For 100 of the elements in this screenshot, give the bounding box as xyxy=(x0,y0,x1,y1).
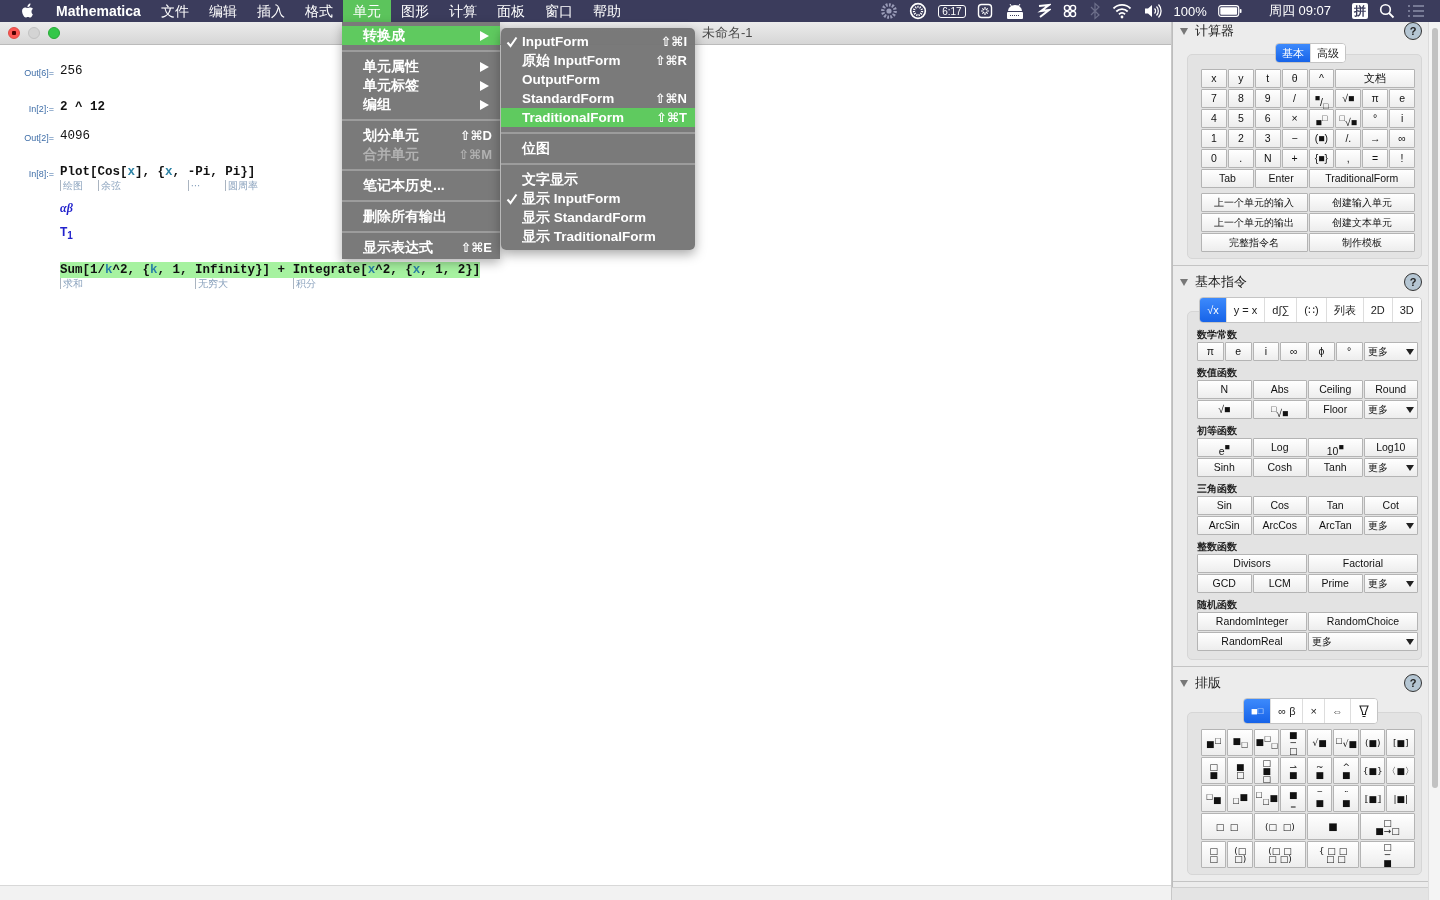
calculator-key[interactable]: 0 xyxy=(1201,149,1227,168)
template-button[interactable]: √■ xyxy=(1307,729,1333,756)
calculator-key[interactable]: θ xyxy=(1281,69,1308,88)
menu-item[interactable]: 笔记本历史... xyxy=(342,176,500,195)
template-button[interactable]: ■ ─ □ xyxy=(1280,729,1306,756)
disclosure-triangle-icon[interactable] xyxy=(1179,678,1189,688)
palette-button[interactable]: 创建文本单元 xyxy=(1308,213,1415,232)
calculator-key[interactable]: ^ xyxy=(1308,69,1335,88)
menu-bar-item[interactable]: 编辑 xyxy=(198,0,247,22)
palette-button[interactable]: GCD xyxy=(1197,574,1252,593)
dropdown-button[interactable]: 更多 xyxy=(1363,458,1418,477)
calculator-key[interactable]: 7 xyxy=(1201,89,1227,108)
calculator-key[interactable]: $^{□}$√■ xyxy=(1335,109,1362,128)
menu-item[interactable]: 原始 InputForm ⇧⌘R xyxy=(501,51,695,70)
dropdown-button[interactable]: 更多 xyxy=(1308,632,1418,651)
template-button[interactable]: $^{□}$√■ xyxy=(1333,729,1359,756)
calculator-key[interactable]: (■) xyxy=(1308,129,1335,148)
palette-button[interactable]: 10$^{■}$ xyxy=(1308,438,1363,457)
menu-bar-item[interactable]: 面板 xyxy=(486,0,535,22)
palette-button[interactable]: RandomInteger xyxy=(1197,612,1307,631)
template-button[interactable]: (□ □) xyxy=(1254,813,1306,840)
palette-button[interactable]: 完整指令名 xyxy=(1201,233,1308,252)
calculator-key[interactable]: 8 xyxy=(1227,89,1254,108)
calculator-key[interactable]: i xyxy=(1389,109,1415,128)
menu-item[interactable]: 划分单元 ⇧⌘D xyxy=(342,126,500,145)
section-title[interactable]: 排版 xyxy=(1195,674,1404,692)
palette-button[interactable]: Factorial xyxy=(1308,554,1418,573)
palette-button[interactable]: Divisors xyxy=(1197,554,1307,573)
list-icon[interactable] xyxy=(1406,3,1426,19)
palette-button[interactable]: Abs xyxy=(1252,380,1307,399)
template-button[interactable]: □ ■→□ xyxy=(1360,813,1415,840)
palette-button[interactable]: Sin xyxy=(1197,496,1252,515)
palette-tab[interactable]: 基本 xyxy=(1276,44,1311,62)
menu-bar-item[interactable]: 插入 xyxy=(246,0,295,22)
palette-button[interactable]: Round xyxy=(1363,380,1418,399)
calculator-key[interactable]: . xyxy=(1227,149,1254,168)
palette-button[interactable]: Tanh xyxy=(1308,458,1363,477)
palette-button[interactable]: ∞ xyxy=(1280,342,1307,361)
calculator-key[interactable]: /. xyxy=(1335,129,1362,148)
square-icon[interactable] xyxy=(976,3,993,19)
palette-button[interactable]: ϕ xyxy=(1308,342,1335,361)
close-button[interactable] xyxy=(8,27,20,39)
battery-icon[interactable] xyxy=(1217,5,1242,17)
template-button[interactable]: □ □ xyxy=(1201,841,1227,868)
template-button[interactable]: |■| xyxy=(1386,785,1415,812)
section-title[interactable]: 计算器 xyxy=(1195,22,1404,40)
palette-button[interactable]: Log xyxy=(1252,438,1307,457)
palette-button[interactable]: Ceiling xyxy=(1308,380,1363,399)
palette-button[interactable]: LCM xyxy=(1252,574,1307,593)
calculator-key[interactable]: 2 xyxy=(1227,129,1254,148)
palette-button[interactable]: 上一个单元的输出 xyxy=(1201,213,1308,232)
template-button[interactable]: $^{□}$■ xyxy=(1201,785,1227,812)
menu-item[interactable]: 显示表达式 ⇧⌘E xyxy=(342,238,500,257)
template-button[interactable]: ■ □ xyxy=(1227,757,1253,784)
palette-button[interactable]: Tan xyxy=(1308,496,1363,515)
fan-icon[interactable] xyxy=(1061,3,1078,19)
template-button[interactable]: ⟦■⟧ xyxy=(1360,785,1386,812)
calculator-key[interactable]: 6 xyxy=(1254,109,1281,128)
menu-item[interactable]: 显示 StandardForm xyxy=(501,208,695,227)
template-button[interactable]: ■$^{□}$ xyxy=(1201,729,1227,756)
help-button[interactable]: ? xyxy=(1404,273,1422,291)
calculator-key[interactable]: t xyxy=(1254,69,1281,88)
menu-item[interactable]: 显示 InputForm xyxy=(501,189,695,208)
template-button[interactable]: (□ □ □ □) xyxy=(1254,841,1306,868)
template-button[interactable]: □ ─ ■ xyxy=(1360,841,1415,868)
calculator-key[interactable]: e xyxy=(1389,89,1415,108)
palette-button[interactable]: e xyxy=(1224,342,1252,361)
calculator-key[interactable]: Tab xyxy=(1201,169,1254,188)
calculator-key[interactable]: − xyxy=(1281,129,1308,148)
template-button[interactable]: (■) xyxy=(1360,729,1386,756)
template-button[interactable]: ¨ ■ xyxy=(1333,785,1359,812)
palette-button[interactable]: Log10 xyxy=(1363,438,1418,457)
palette-button[interactable]: RandomChoice xyxy=(1308,612,1418,631)
menu-bar-item[interactable]: 计算 xyxy=(438,0,487,22)
menu-bar-item[interactable]: 文件 xyxy=(150,0,199,22)
calculator-key[interactable]: Enter xyxy=(1254,169,1308,188)
palette-button[interactable]: 创建输入单元 xyxy=(1308,193,1415,212)
timer-badge[interactable]: 6:17 xyxy=(938,4,966,18)
template-button[interactable]: ‾ ■ xyxy=(1307,785,1333,812)
calculator-key[interactable]: 9 xyxy=(1254,89,1281,108)
template-button[interactable]: ⇀ ■ xyxy=(1280,757,1306,784)
calculator-key[interactable]: x xyxy=(1201,69,1227,88)
scrollbar[interactable] xyxy=(1428,22,1440,900)
calculator-key[interactable]: $^{■}$/$_{□}$ xyxy=(1308,89,1335,108)
calculator-key[interactable]: N xyxy=(1254,149,1281,168)
calculator-key[interactable]: ! xyxy=(1389,149,1415,168)
calculator-key[interactable]: × xyxy=(1281,109,1308,128)
palette-button[interactable]: Prime xyxy=(1308,574,1363,593)
calculator-key[interactable]: 3 xyxy=(1254,129,1281,148)
palette-button[interactable]: √■ xyxy=(1197,400,1252,419)
disclosure-triangle-icon[interactable] xyxy=(1179,277,1189,287)
calculator-key[interactable]: 5 xyxy=(1227,109,1254,128)
input-code[interactable]: Sum[1/k^2, {k, 1, Infinity}] + Integrate[x^2, {x, 1, 2}] xyxy=(60,262,481,279)
clock[interactable]: 周四 09:07 xyxy=(1268,2,1331,20)
input-code[interactable]: 2 ^ 12 xyxy=(60,99,105,115)
menu-item[interactable]: 删除所有输出 xyxy=(342,207,500,226)
palette-button[interactable]: Sinh xyxy=(1197,458,1252,477)
calculator-key[interactable]: ∞ xyxy=(1389,129,1415,148)
dial-icon[interactable] xyxy=(909,2,928,20)
template-button[interactable]: $_{□}$■ xyxy=(1227,785,1253,812)
